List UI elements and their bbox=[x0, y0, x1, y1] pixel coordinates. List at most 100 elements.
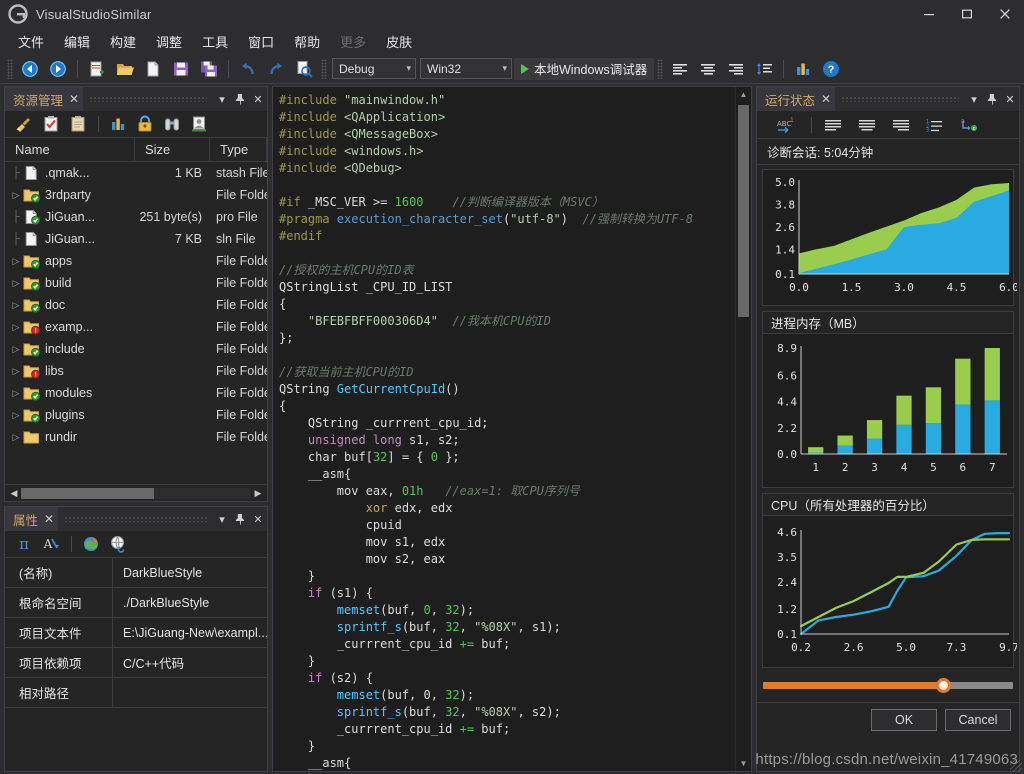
expand-chevron-icon[interactable]: ▷ bbox=[9, 344, 23, 355]
panel-drag-handle[interactable] bbox=[64, 516, 207, 522]
sort-icon[interactable] bbox=[751, 57, 777, 81]
pin-icon[interactable] bbox=[231, 509, 249, 529]
scrollbar-thumb[interactable] bbox=[21, 487, 155, 499]
expand-chevron-icon[interactable]: ▷ bbox=[9, 322, 23, 333]
configuration-combo[interactable]: Debug ▾ bbox=[332, 58, 416, 79]
process-memory-chart[interactable]: 1 2 3 4 5 6 7 0.0 2.2 4.4 6.6 8.9 bbox=[762, 333, 1014, 488]
property-value[interactable]: ./DarkBlueStyle bbox=[113, 588, 267, 617]
expand-chevron-icon[interactable]: ▷ bbox=[9, 300, 23, 311]
branch-icon[interactable]: a c bbox=[954, 114, 984, 136]
chevron-down-icon[interactable]: ▾ bbox=[965, 89, 983, 109]
property-row[interactable]: (名称) DarkBlueStyle bbox=[5, 558, 267, 588]
property-value[interactable]: E:\JiGuang-New\exampl... bbox=[113, 618, 267, 647]
alphabetical-icon[interactable]: A bbox=[38, 533, 63, 555]
menu-item-edit[interactable]: 编辑 bbox=[54, 29, 100, 54]
maximize-button[interactable] bbox=[948, 0, 986, 28]
navigate-forward-icon[interactable] bbox=[45, 57, 71, 81]
save-icon[interactable] bbox=[168, 57, 194, 81]
slider-track[interactable] bbox=[763, 677, 1013, 693]
property-row[interactable]: 项目依赖项 C/C++代码 bbox=[5, 648, 267, 678]
menu-item-help[interactable]: 帮助 bbox=[284, 29, 330, 54]
table-row[interactable]: ▷ apps File Folde bbox=[5, 250, 267, 272]
scrollbar-track[interactable] bbox=[21, 487, 251, 499]
clipboard-icon[interactable] bbox=[65, 113, 90, 135]
toolbar-grip-2[interactable] bbox=[321, 58, 327, 79]
memory-timeline-chart[interactable]: 0.1 1.4 2.6 3.8 5.0 0.0 1.5 3.0 4.5 6.0 bbox=[762, 169, 1019, 306]
table-row[interactable]: ▷ include File Folde bbox=[5, 338, 267, 360]
undo-icon[interactable] bbox=[235, 57, 261, 81]
table-row[interactable]: ├ JiGuan... 7 KB sln File bbox=[5, 228, 267, 250]
table-row[interactable]: ▷ doc File Folde bbox=[5, 294, 267, 316]
binoculars-icon[interactable] bbox=[159, 113, 184, 135]
cancel-button[interactable]: Cancel bbox=[945, 709, 1011, 731]
open-folder-icon[interactable] bbox=[112, 57, 138, 81]
align-right-icon[interactable] bbox=[886, 114, 916, 136]
events-icon[interactable] bbox=[78, 533, 103, 555]
scroll-up-icon[interactable]: ▲ bbox=[736, 87, 751, 102]
new-item-icon[interactable] bbox=[84, 57, 110, 81]
close-button[interactable] bbox=[986, 0, 1024, 28]
minimize-button[interactable] bbox=[910, 0, 948, 28]
table-row[interactable]: ▷ rundir File Folde bbox=[5, 426, 267, 448]
scroll-left-icon[interactable]: ◀ bbox=[7, 488, 21, 499]
explorer-horizontal-scrollbar[interactable]: ◀ ▶ bbox=[5, 484, 267, 501]
table-row[interactable]: ├ JiGuan... 251 byte(s) pro File bbox=[5, 206, 267, 228]
navigate-back-icon[interactable] bbox=[17, 57, 43, 81]
table-row[interactable]: ▷ 3rdparty File Folde bbox=[5, 184, 267, 206]
menu-item-skin[interactable]: 皮肤 bbox=[376, 29, 422, 54]
properties-icon[interactable] bbox=[186, 113, 211, 135]
platform-combo[interactable]: Win32 ▾ bbox=[420, 58, 512, 79]
align-left-icon[interactable] bbox=[818, 114, 848, 136]
code-editor[interactable]: #include "mainwindow.h" #include <QApplic… bbox=[272, 86, 752, 772]
zoom-reset-icon[interactable]: ABC 1 bbox=[771, 114, 801, 136]
cpu-chart[interactable]: 0.1 1.2 2.4 3.5 4.6 0.2 2.6 5.0 7.3 9.7 bbox=[762, 515, 1019, 668]
property-row[interactable]: 根命名空间 ./DarkBlueStyle bbox=[5, 588, 267, 618]
close-icon[interactable]: ✕ bbox=[821, 93, 831, 105]
close-icon[interactable]: ✕ bbox=[249, 89, 267, 109]
menu-item-build[interactable]: 构建 bbox=[100, 29, 146, 54]
column-header-name[interactable]: Name bbox=[5, 138, 135, 161]
diagnostics-tab[interactable]: 运行状态 ✕ bbox=[757, 87, 836, 111]
table-row[interactable]: ├ .qmak... 1 KB stash File bbox=[5, 162, 267, 184]
pin-icon[interactable] bbox=[983, 89, 1001, 109]
table-row[interactable]: ▷ examp... File Folde bbox=[5, 316, 267, 338]
table-row[interactable]: ▷ build File Folde bbox=[5, 272, 267, 294]
chevron-down-icon[interactable]: ▾ bbox=[213, 509, 231, 529]
broom-icon[interactable] bbox=[11, 113, 36, 135]
bar-chart-icon[interactable] bbox=[790, 57, 816, 81]
globe-icon[interactable] bbox=[105, 533, 130, 555]
table-row[interactable]: ▷ plugins File Folde bbox=[5, 404, 267, 426]
column-header-type[interactable]: Type bbox=[210, 138, 267, 161]
bar-chart-icon[interactable] bbox=[105, 113, 130, 135]
explorer-tab[interactable]: 资源管理 ✕ bbox=[5, 87, 84, 111]
expand-chevron-icon[interactable]: ▷ bbox=[9, 190, 23, 201]
code-text[interactable]: #include "mainwindow.h" #include <QApplic… bbox=[273, 87, 735, 771]
expand-chevron-icon[interactable]: ▷ bbox=[9, 256, 23, 267]
align-left-icon[interactable] bbox=[667, 57, 693, 81]
scrollbar-thumb[interactable] bbox=[738, 105, 749, 317]
expand-chevron-icon[interactable]: ▷ bbox=[9, 366, 23, 377]
expand-chevron-icon[interactable]: ▷ bbox=[9, 278, 23, 289]
scroll-down-icon[interactable]: ▼ bbox=[736, 756, 751, 771]
checklist-icon[interactable] bbox=[38, 113, 63, 135]
lock-icon[interactable] bbox=[132, 113, 157, 135]
ok-button[interactable]: OK bbox=[871, 709, 937, 731]
expand-chevron-icon[interactable]: ▷ bbox=[9, 388, 23, 399]
toolbar-grip-3[interactable] bbox=[657, 58, 664, 79]
timeline-slider[interactable] bbox=[763, 674, 1013, 696]
table-row[interactable]: ▷ libs File Folde bbox=[5, 360, 267, 382]
close-icon[interactable]: ✕ bbox=[1001, 89, 1019, 109]
expand-chevron-icon[interactable]: ▷ bbox=[9, 432, 23, 443]
property-value[interactable] bbox=[113, 678, 267, 707]
align-center-icon[interactable] bbox=[695, 57, 721, 81]
resize-grip[interactable] bbox=[1010, 760, 1022, 772]
run-debugger-button[interactable]: 本地Windows调试器 bbox=[514, 57, 655, 80]
redo-icon[interactable] bbox=[263, 57, 289, 81]
property-value[interactable]: C/C++代码 bbox=[113, 648, 267, 677]
property-value[interactable]: DarkBlueStyle bbox=[113, 558, 267, 587]
property-row[interactable]: 项目文本件 E:\JiGuang-New\exampl... bbox=[5, 618, 267, 648]
find-icon[interactable] bbox=[291, 57, 317, 81]
menu-item-adjust[interactable]: 调整 bbox=[146, 29, 192, 54]
pin-icon[interactable] bbox=[231, 89, 249, 109]
categorized-icon[interactable]: π bbox=[11, 533, 36, 555]
